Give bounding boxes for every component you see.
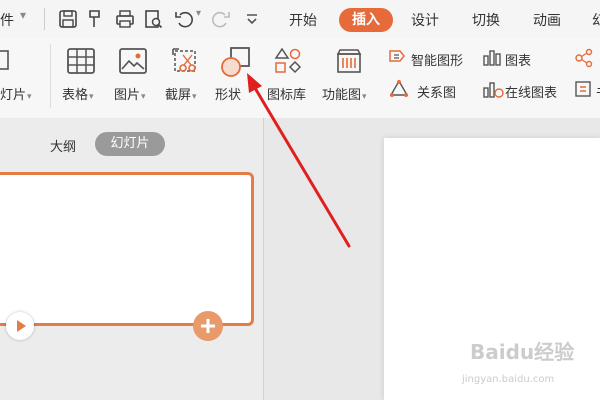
annotation-arrow — [247, 73, 351, 248]
